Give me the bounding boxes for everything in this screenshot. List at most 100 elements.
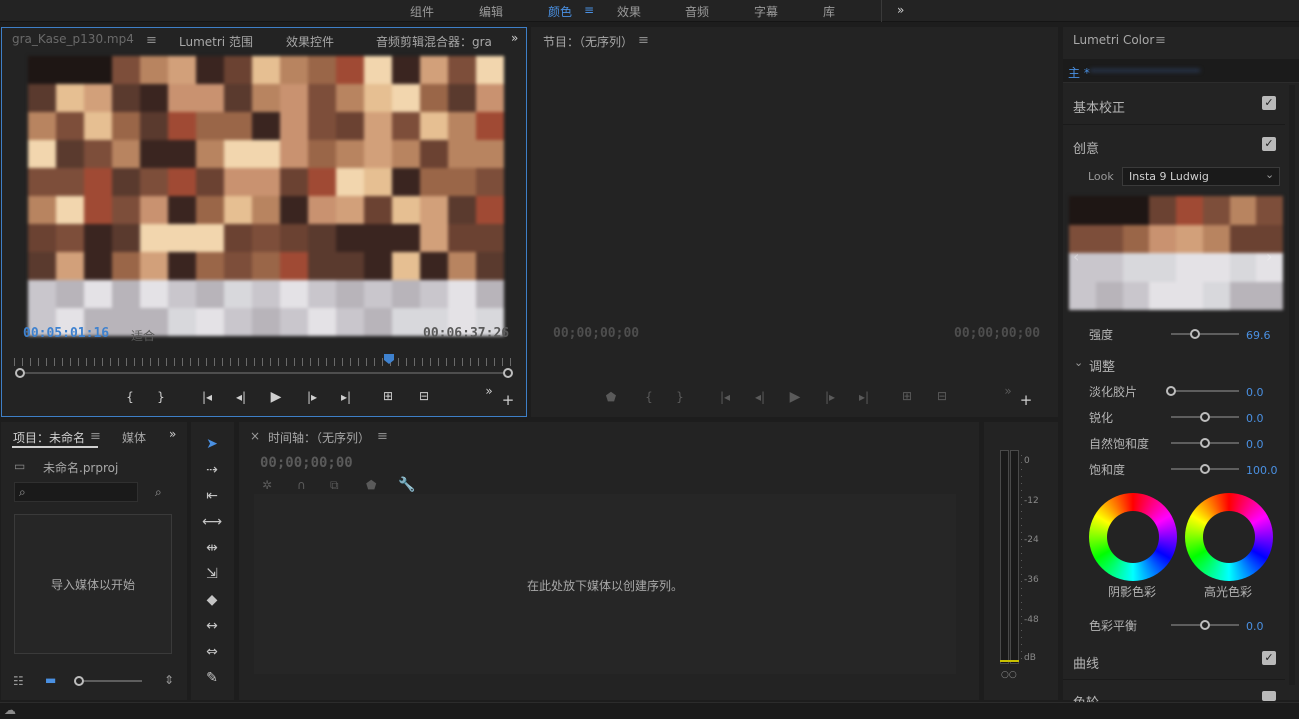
- project-zoom-knob[interactable]: [74, 676, 84, 686]
- adjust-collapse-icon[interactable]: ⌄: [1074, 356, 1083, 369]
- intensity-slider[interactable]: [1171, 333, 1239, 335]
- sharpen-value[interactable]: 0.0: [1246, 412, 1264, 425]
- workspace-tab-captions[interactable]: 字幕: [754, 3, 778, 20]
- source-zoom-handle-right[interactable]: [503, 368, 513, 378]
- creative-checkbox[interactable]: ✓: [1262, 137, 1276, 151]
- sharpen-slider-knob[interactable]: [1200, 412, 1210, 422]
- selection-tool-icon[interactable]: ➤: [201, 436, 223, 452]
- program-controls-more-icon[interactable]: »: [1000, 384, 1016, 398]
- source-button-editor-icon[interactable]: +: [500, 391, 516, 409]
- source-fit-dropdown[interactable]: 适合: [131, 327, 155, 344]
- workspace-tab-audio[interactable]: 音频: [685, 3, 709, 20]
- vibrance-value[interactable]: 0.0: [1246, 438, 1264, 451]
- timeline-close-icon[interactable]: ×: [250, 429, 260, 443]
- project-more-icon[interactable]: »: [169, 427, 176, 441]
- program-menu-icon[interactable]: ≡: [638, 33, 649, 48]
- program-timecode-left[interactable]: 00;00;00;00: [553, 326, 639, 341]
- basic-correction-checkbox[interactable]: ✓: [1262, 96, 1276, 110]
- vibrance-slider-knob[interactable]: [1200, 438, 1210, 448]
- program-extract-icon[interactable]: ⊟: [934, 389, 950, 403]
- go-to-out-icon[interactable]: ▸|: [338, 390, 354, 404]
- wrench-icon[interactable]: 🔧: [398, 477, 415, 493]
- saturation-value[interactable]: 100.0: [1246, 464, 1278, 477]
- intensity-value[interactable]: 69.6: [1246, 329, 1271, 342]
- tab-lumetri-scopes[interactable]: Lumetri 范围: [179, 33, 253, 50]
- slide-tool-icon[interactable]: ⇔: [201, 644, 223, 660]
- timeline-menu-icon[interactable]: ≡: [377, 429, 388, 444]
- program-lift-icon[interactable]: ⊞: [899, 389, 915, 403]
- lumetri-menu-icon[interactable]: ≡: [1155, 33, 1166, 48]
- color-wheels-checkbox[interactable]: [1262, 691, 1276, 701]
- nest-icon[interactable]: ✲: [262, 478, 272, 492]
- sort-icon[interactable]: ⇕: [164, 673, 174, 687]
- play-icon[interactable]: ▶: [268, 389, 284, 405]
- workspace-menu-icon[interactable]: ≡: [584, 3, 594, 17]
- tab-media-browser[interactable]: 媒体: [122, 429, 146, 446]
- snap-icon[interactable]: ∩: [297, 478, 306, 492]
- tint-balance-value[interactable]: 0.0: [1246, 620, 1264, 633]
- program-go-to-in-icon[interactable]: |◂: [717, 390, 733, 404]
- find-icon[interactable]: ⌕: [155, 485, 162, 500]
- source-more-icon[interactable]: »: [511, 31, 518, 45]
- saturation-slider-knob[interactable]: [1200, 464, 1210, 474]
- workspace-tab-assembly[interactable]: 组件: [410, 3, 434, 20]
- program-marker-icon[interactable]: ⬟: [603, 390, 619, 404]
- pen-tool-icon[interactable]: ✎: [201, 670, 223, 686]
- mark-in-icon[interactable]: {: [122, 390, 138, 404]
- go-to-in-icon[interactable]: |◂: [199, 390, 215, 404]
- ripple-edit-tool-icon[interactable]: ⇤: [201, 488, 223, 504]
- source-zoom-bar[interactable]: [20, 372, 508, 374]
- source-tab-menu-icon[interactable]: ≡: [146, 33, 157, 48]
- shadow-tint-wheel[interactable]: [1089, 493, 1177, 581]
- highlight-tint-wheel[interactable]: [1185, 493, 1273, 581]
- workspace-tab-effects[interactable]: 效果: [617, 3, 641, 20]
- workspace-tab-editing[interactable]: 编辑: [479, 3, 503, 20]
- workspace-more-icon[interactable]: »: [897, 3, 904, 17]
- workspace-tab-color[interactable]: 颜色: [548, 3, 572, 20]
- rate-stretch-tool-icon[interactable]: ⇹: [201, 540, 223, 556]
- intensity-slider-knob[interactable]: [1189, 329, 1200, 339]
- solo-buttons-icon[interactable]: ○○: [1001, 670, 1017, 680]
- program-step-back-icon[interactable]: ◂|: [752, 390, 768, 404]
- section-creative-label[interactable]: 创意: [1073, 138, 1099, 157]
- faded-film-slider[interactable]: [1171, 390, 1239, 392]
- step-back-icon[interactable]: ◂|: [233, 390, 249, 404]
- faded-film-slider-knob[interactable]: [1166, 386, 1176, 396]
- lumetri-scrollbar[interactable]: [1289, 85, 1295, 685]
- tab-project[interactable]: 项目：未命名: [13, 429, 85, 446]
- program-go-to-out-icon[interactable]: ▸|: [856, 390, 872, 404]
- tab-audio-clip-mixer[interactable]: 音频剪辑混合器：gra: [376, 33, 492, 50]
- source-time-ruler[interactable]: [14, 358, 512, 366]
- lumetri-master-label[interactable]: 主 *: [1068, 64, 1090, 81]
- section-basic-correction-label[interactable]: 基本校正: [1073, 97, 1125, 116]
- creative-cloud-icon[interactable]: ☁: [4, 703, 16, 717]
- faded-film-value[interactable]: 0.0: [1246, 386, 1264, 399]
- icon-view-icon[interactable]: ▬: [45, 673, 56, 687]
- mark-out-icon[interactable]: }: [153, 390, 169, 404]
- source-zoom-handle-left[interactable]: [15, 368, 25, 378]
- razor-alt-tool-icon[interactable]: ⇲: [201, 566, 223, 582]
- list-view-icon[interactable]: ☷: [13, 674, 24, 688]
- workspace-tab-libraries[interactable]: 库: [823, 3, 835, 20]
- program-mark-out-icon[interactable]: }: [672, 390, 688, 404]
- track-select-tool-icon[interactable]: ⇢: [201, 462, 223, 478]
- linked-selection-icon[interactable]: ⧉: [330, 478, 339, 493]
- tab-effect-controls[interactable]: 效果控件: [286, 33, 334, 50]
- look-prev-icon[interactable]: ‹: [1073, 247, 1079, 266]
- step-forward-icon[interactable]: |▸: [304, 390, 320, 404]
- insert-icon[interactable]: ⊞: [380, 389, 396, 403]
- program-button-editor-icon[interactable]: +: [1018, 391, 1034, 409]
- source-controls-more-icon[interactable]: »: [481, 384, 497, 398]
- razor-tool-icon[interactable]: ◆: [201, 592, 223, 608]
- adjustments-label[interactable]: 调整: [1089, 356, 1115, 375]
- rolling-edit-tool-icon[interactable]: ⟷: [201, 514, 223, 530]
- program-step-forward-icon[interactable]: |▸: [822, 390, 838, 404]
- program-mark-in-icon[interactable]: {: [641, 390, 657, 404]
- project-menu-icon[interactable]: ≡: [90, 429, 101, 444]
- add-marker-icon[interactable]: ⬟: [366, 478, 376, 492]
- curves-checkbox[interactable]: ✓: [1262, 651, 1276, 665]
- overwrite-icon[interactable]: ⊟: [416, 389, 432, 403]
- program-play-icon[interactable]: ▶: [787, 389, 803, 405]
- look-preview-thumbnail[interactable]: [1069, 196, 1283, 310]
- timeline-timecode[interactable]: 00;00;00;00: [260, 455, 353, 471]
